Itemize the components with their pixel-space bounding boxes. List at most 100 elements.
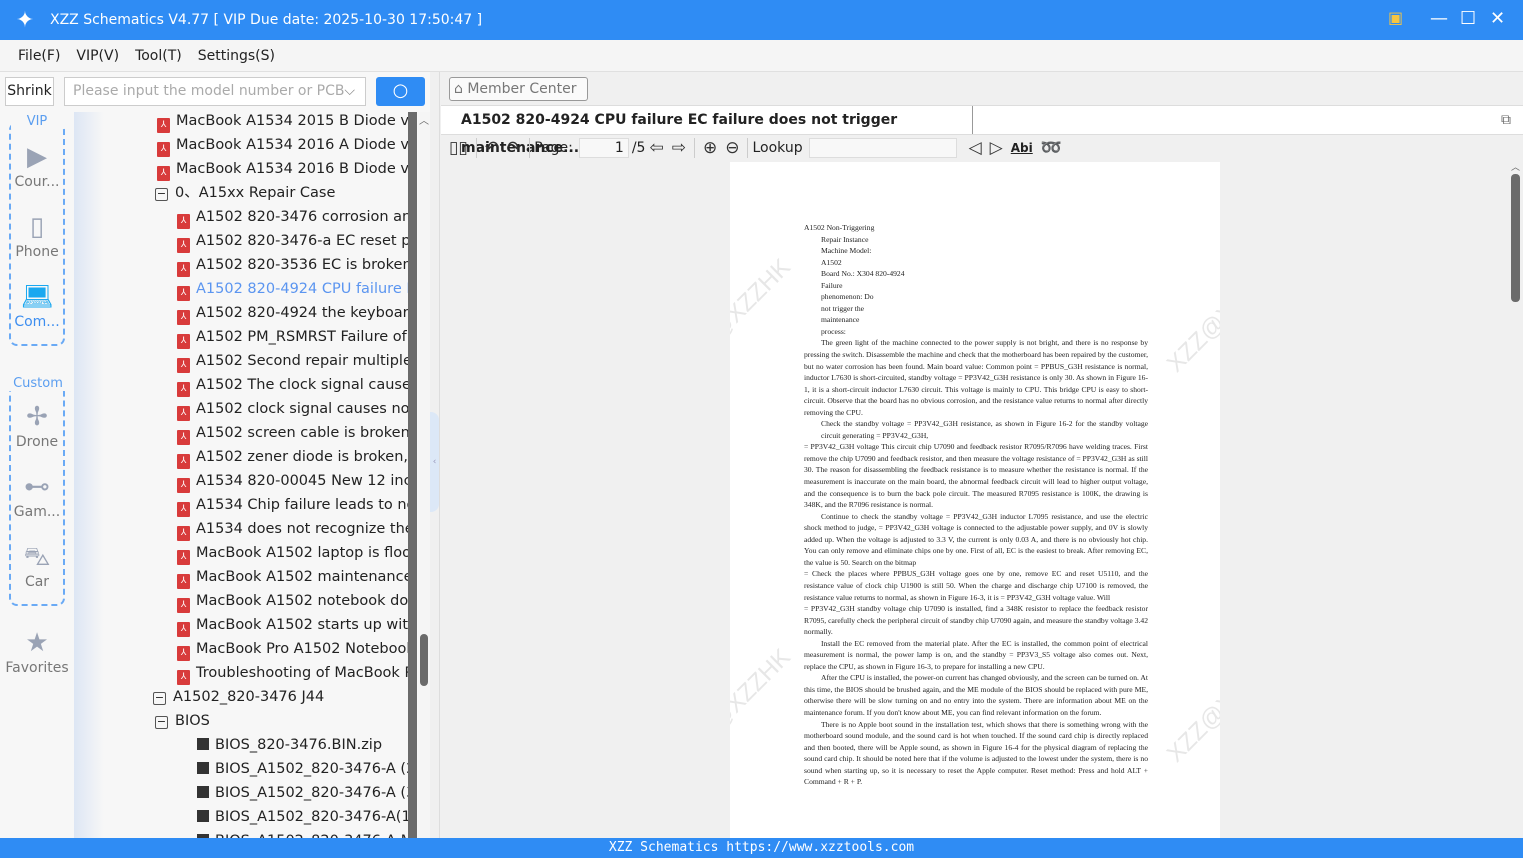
scroll-up-icon[interactable]: ︿ <box>1511 160 1520 173</box>
page-input[interactable]: 1 <box>578 138 629 158</box>
next-page-icon[interactable]: ⇨ <box>672 138 686 158</box>
zoom-in-icon[interactable]: ⊕ <box>703 138 717 158</box>
lookup-input[interactable] <box>808 138 957 158</box>
tree-folder[interactable]: − BIOS <box>155 709 408 733</box>
zoom-out-icon[interactable]: ⊖ <box>725 138 739 158</box>
menu-settings[interactable]: Settings(S) <box>198 48 275 64</box>
tree-file[interactable]: BIOS_A1502_820-3476-A (3).b <box>197 781 408 805</box>
tree-file[interactable]: ⅄ Troubleshooting of MacBook P <box>177 661 408 685</box>
find-prev-icon[interactable]: ◁ <box>969 138 982 158</box>
tree-file[interactable]: ⅄ A1502 820-4924 CPU failure EC <box>177 277 408 301</box>
tree-scrollbar[interactable] <box>408 112 417 838</box>
nav-game[interactable]: ⊷ Gam... <box>0 470 74 520</box>
tree-item-label: BIOS <box>175 713 210 729</box>
tree-file[interactable]: BIOS_A1502_820-3476-A-Mi <box>197 829 408 838</box>
nav-drone[interactable]: ✢ Drone <box>0 400 74 450</box>
tree-file[interactable]: BIOS_820-3476.BIN.zip <box>197 733 408 757</box>
tree-item-label: BIOS_A1502_820-3476-A(1).b <box>215 809 408 825</box>
pdf-icon: ⅄ <box>177 550 190 565</box>
prev-page-icon[interactable]: ⇦ <box>649 138 663 158</box>
pdf-icon: ⅄ <box>157 166 170 181</box>
rotate-right-icon[interactable]: ↷ <box>507 138 521 158</box>
tree-file[interactable]: ⅄ A1502 820-3536 EC is broken, sc <box>177 253 408 277</box>
tree-file[interactable]: ⅄ A1534 Chip failure leads to no W <box>177 493 408 517</box>
pdf-icon: ⅄ <box>177 238 190 253</box>
tree-item-label: A1502 PM_RSMRST Failure of tr <box>196 329 408 345</box>
tree-file[interactable]: BIOS_A1502_820-3476-A (2).b <box>197 757 408 781</box>
panel-splitter[interactable]: ‹ <box>430 72 440 838</box>
scroll-thumb[interactable] <box>1511 174 1520 302</box>
app-logo-icon: ✦ <box>15 7 35 33</box>
collapse-toggle-icon[interactable]: − <box>155 188 168 201</box>
member-center-button[interactable]: ⌂ Member Center <box>449 77 588 101</box>
tree-file[interactable]: ⅄ A1502 screen cable is broken, a <box>177 421 408 445</box>
tree-file[interactable]: ⅄ A1502 820-3476 corrosion and c <box>177 205 408 229</box>
chip-file-icon <box>197 738 209 750</box>
tree-item-label: MacBook A1502 starts up with w <box>196 617 408 633</box>
left-panel: Shrink Please input the model number or … <box>0 72 440 838</box>
maximize-button[interactable]: ☐ <box>1460 8 1476 29</box>
collapse-toggle-icon[interactable]: − <box>153 692 166 705</box>
tree-file[interactable]: ⅄ A1502 The clock signal causes t <box>177 373 408 397</box>
tree-file[interactable]: ⅄ MacBook Pro A1502 Notebook <box>177 637 408 661</box>
tree-file[interactable]: ⅄ MacBook A1502 starts up with w <box>177 613 408 637</box>
binoculars-icon[interactable]: ➿ <box>1041 138 1062 158</box>
chip-file-icon <box>197 810 209 822</box>
menu-vip[interactable]: VIP(V) <box>76 48 119 64</box>
nav-car[interactable]: ⛍ Car <box>0 540 74 590</box>
scroll-up-icon[interactable]: ︿ <box>419 112 429 127</box>
tree-file[interactable]: ⅄ A1534 820-00045 New 12 inch E <box>177 469 408 493</box>
document-scrollbar[interactable]: ︿ <box>1509 162 1523 838</box>
vip-bag-icon[interactable]: ▣ <box>1388 8 1403 27</box>
two-page-icon[interactable]: ▯▯ <box>449 138 468 158</box>
find-next-icon[interactable]: ▷ <box>990 138 1003 158</box>
doc-line: process: <box>821 326 846 336</box>
doc-paragraph: Check the standby voltage = PP3V42_G3H r… <box>821 419 1148 440</box>
menu-file[interactable]: File(F) <box>18 48 60 64</box>
document-text: A1502 Non-Triggering Repair Instance Mach… <box>804 222 1148 788</box>
nav-phone[interactable]: ▯ Phone <box>0 210 74 260</box>
nav-course[interactable]: ▶ Cour... <box>0 140 74 190</box>
tree-file[interactable]: ⅄ MacBook A1534 2015 B Diode valu <box>157 112 408 133</box>
close-tab-icon[interactable]: ⧉ <box>1501 112 1511 128</box>
tree-file[interactable]: ⅄ MacBook A1502 notebook does <box>177 589 408 613</box>
collapse-toggle-icon[interactable]: − <box>155 716 168 729</box>
tree-file[interactable]: ⅄ MacBook A1502 maintenance w <box>177 565 408 589</box>
tree-file[interactable]: ⅄ A1502 zener diode is broken, EC <box>177 445 408 469</box>
menu-tool[interactable]: Tool(T) <box>135 48 182 64</box>
document-tab[interactable]: A1502 820-4924 CPU failure EC failure do… <box>441 106 973 156</box>
scroll-thumb[interactable] <box>420 634 428 686</box>
minimize-button[interactable]: — <box>1430 8 1448 29</box>
tree-file[interactable]: ⅄ A1534 does not recognize the h <box>177 517 408 541</box>
tree-folder[interactable]: − A1502_820-3476 J44 <box>153 685 408 709</box>
shrink-button[interactable]: Shrink <box>5 77 54 106</box>
rotate-left-icon[interactable]: ↶ <box>485 138 499 158</box>
tree-folder[interactable]: −0、A15xx Repair Case <box>155 181 408 205</box>
nav-favorites[interactable]: ★ Favorites <box>0 626 74 676</box>
pdf-icon: ⅄ <box>177 214 190 229</box>
tree-file[interactable]: ⅄ A1502 Second repair multiple fa <box>177 349 408 373</box>
collapse-handle[interactable]: ‹ <box>430 412 439 512</box>
tree-item-label: A1534 820-00045 New 12 inch E <box>196 473 408 489</box>
doc-paragraph: = PP3V42_G3H standby voltage chip U7090 … <box>804 604 1148 637</box>
doc-paragraph: = PP3V42_G3H voltage This circuit chip U… <box>804 442 1148 510</box>
tree-file[interactable]: ⅄ A1502 clock signal causes no st <box>177 397 408 421</box>
tree-file[interactable]: BIOS_A1502_820-3476-A(1).b <box>197 805 408 829</box>
tree-file[interactable]: ⅄ MacBook A1502 laptop is flood <box>177 541 408 565</box>
nav-computer[interactable]: 💻︎ Com... <box>0 280 74 330</box>
model-search-input[interactable]: Please input the model number or PCB ⌵ <box>64 77 366 106</box>
match-case-button[interactable]: Abi <box>1011 141 1033 155</box>
tree-file[interactable]: ⅄ MacBook A1534 2016 A Diode valu <box>157 133 408 157</box>
pdf-icon: ⅄ <box>177 406 190 421</box>
chevron-down-icon[interactable]: ⌵ <box>344 78 355 105</box>
gamepad-icon: ⊷ <box>24 472 50 502</box>
doc-line: maintenance <box>821 315 860 325</box>
chip-file-icon <box>197 762 209 774</box>
close-button[interactable]: ✕ <box>1490 8 1505 29</box>
panel-scrollbar[interactable]: ︿ <box>418 112 430 838</box>
tree-file[interactable]: ⅄ A1502 PM_RSMRST Failure of tr <box>177 325 408 349</box>
tree-file[interactable]: ⅄ A1502 820-3476-a EC reset pull- <box>177 229 408 253</box>
tree-file[interactable]: ⅄ A1502 820-4924 the keyboard c <box>177 301 408 325</box>
search-button[interactable]: ○ <box>376 77 425 106</box>
tree-file[interactable]: ⅄ MacBook A1534 2016 B Diode valu <box>157 157 408 181</box>
